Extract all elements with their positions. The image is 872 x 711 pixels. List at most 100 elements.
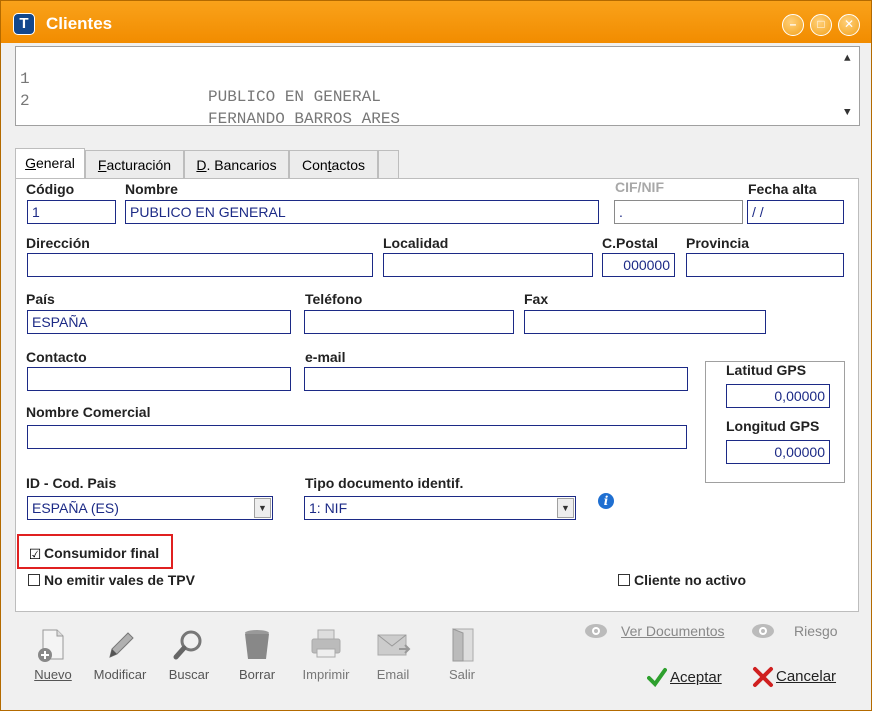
cliente-no-activo-label[interactable]: Cliente no activo <box>634 572 746 588</box>
id-pais-select[interactable]: ESPAÑA (ES) ▼ <box>27 496 273 520</box>
tab-general[interactable]: General <box>15 148 85 179</box>
minimize-button[interactable]: – <box>782 14 804 36</box>
pais-input[interactable]: ESPAÑA <box>27 310 291 334</box>
tab-bancarios-accel: D <box>196 157 207 173</box>
borrar-button[interactable]: Borrar <box>225 627 289 682</box>
tab-contactos[interactable]: Contactos <box>289 150 378 179</box>
imprimir-button[interactable]: Imprimir <box>294 627 358 682</box>
list-item-name: PUBLICO EN GENERAL <box>208 88 381 106</box>
window-title: Clientes <box>46 14 113 33</box>
info-icon[interactable]: i <box>598 493 614 509</box>
no-emitir-checkbox[interactable] <box>28 574 40 586</box>
list-item[interactable]: 1 PUBLICO EN GENERAL <box>20 52 381 106</box>
latitud-input[interactable]: 0,00000 <box>726 384 830 408</box>
tab-facturacion-label: acturación <box>106 157 172 173</box>
cpostal-input[interactable]: 000000 <box>602 253 675 277</box>
tab-empty <box>378 150 399 179</box>
codigo-label: Código <box>26 181 75 197</box>
borrar-label: Borrar <box>238 667 276 682</box>
list-scrollbar[interactable]: ▲ ▼ <box>841 47 859 125</box>
direccion-label: Dirección <box>26 235 90 251</box>
cancelar-text: Cancelar <box>776 668 837 685</box>
tab-general-accel: G <box>25 155 36 171</box>
contacto-input[interactable] <box>27 367 291 391</box>
telefono-input[interactable] <box>304 310 514 334</box>
nuevo-label: Nuevo <box>21 667 85 682</box>
direccion-input[interactable] <box>27 253 373 277</box>
scroll-down-icon[interactable]: ▼ <box>844 107 851 119</box>
list-item-number: 2 <box>20 92 30 110</box>
maximize-button[interactable]: □ <box>810 14 832 36</box>
cliente-no-activo-checkbox[interactable] <box>618 574 630 586</box>
chevron-down-icon[interactable]: ▼ <box>254 498 271 518</box>
ver-documentos-button[interactable]: Ver Documentos <box>621 623 725 639</box>
new-document-icon <box>38 629 64 662</box>
cif-input[interactable]: . <box>614 200 743 224</box>
tab-contactos-label: actos <box>331 157 366 173</box>
tab-facturacion[interactable]: Facturación <box>85 150 184 179</box>
longitud-input[interactable]: 0,00000 <box>726 440 830 464</box>
imprimir-label: Imprimir <box>302 667 350 682</box>
no-emitir-label[interactable]: No emitir vales de TPV <box>44 572 195 588</box>
pencil-icon <box>109 632 134 658</box>
app-icon: T <box>13 13 35 35</box>
check-icon <box>647 668 667 687</box>
consumidor-final-checkbox[interactable]: ☑ <box>28 547 42 561</box>
salir-label: Salir <box>448 667 475 682</box>
fax-input[interactable] <box>524 310 766 334</box>
gps-group: Latitud GPS 0,00000 Longitud GPS 0,00000 <box>705 361 845 483</box>
nombre-comercial-input[interactable] <box>27 425 687 449</box>
tab-bancarios[interactable]: D. Bancarios <box>184 150 289 179</box>
cif-label: CIF/NIF <box>615 179 664 195</box>
provincia-label: Provincia <box>686 235 750 251</box>
tab-contactos-pre: Con <box>301 157 328 173</box>
aceptar-button[interactable]: Aceptar <box>670 669 722 686</box>
email-input[interactable] <box>304 367 688 391</box>
cpostal-label: C.Postal <box>602 235 659 251</box>
latitud-label: Latitud GPS <box>726 362 807 378</box>
eye-icon <box>752 624 774 638</box>
nombre-comercial-label: Nombre Comercial <box>26 404 151 420</box>
riesgo-button[interactable]: Riesgo <box>794 623 838 639</box>
id-pais-label: ID - Cod. Pais <box>26 475 117 491</box>
codigo-input[interactable]: 1 <box>27 200 116 224</box>
nombre-input[interactable]: PUBLICO EN GENERAL <box>125 200 599 224</box>
fax-label: Fax <box>524 291 549 307</box>
tipo-doc-select[interactable]: 1: NIF ▼ <box>304 496 576 520</box>
modificar-label: Modificar <box>93 667 147 682</box>
buscar-button[interactable]: Buscar <box>157 627 221 682</box>
ver-documentos-text: Ver Documentos <box>621 623 725 639</box>
aceptar-text: Aceptar <box>670 669 722 686</box>
pais-label: País <box>26 291 55 307</box>
email-button[interactable]: Email <box>361 627 425 682</box>
localidad-input[interactable] <box>383 253 593 277</box>
modificar-button[interactable]: Modificar <box>88 627 152 682</box>
tipo-doc-value: 1: NIF <box>309 500 348 516</box>
consumidor-final-label[interactable]: Consumidor final <box>44 545 159 561</box>
salir-button[interactable]: Salir <box>430 627 494 682</box>
fecha-alta-input[interactable]: / / <box>747 200 844 224</box>
list-item-name: FERNANDO BARROS ARES <box>208 110 401 128</box>
client-list[interactable]: 1 PUBLICO EN GENERAL 2 FERNANDO BARROS A… <box>15 46 860 128</box>
telefono-label: Teléfono <box>305 291 363 307</box>
trash-icon <box>245 630 269 659</box>
cancel-x-icon <box>753 667 773 687</box>
cancelar-button[interactable]: Cancelar <box>776 668 836 685</box>
tab-general-label: eneral <box>35 155 75 171</box>
chevron-down-icon[interactable]: ▼ <box>557 498 574 518</box>
tipo-doc-label: Tipo documento identif. <box>305 475 464 491</box>
email-label: Email <box>376 667 410 682</box>
printer-icon <box>311 629 341 658</box>
close-button[interactable]: ✕ <box>838 14 860 36</box>
scroll-up-icon[interactable]: ▲ <box>844 53 851 65</box>
title-bar[interactable]: T Clientes – □ ✕ <box>1 1 871 43</box>
provincia-input[interactable] <box>686 253 844 277</box>
clientes-window: T Clientes – □ ✕ 1 PUBLICO EN GENERAL 2 … <box>0 0 872 711</box>
fecha-alta-label: Fecha alta <box>748 181 817 197</box>
eye-icon <box>585 624 607 638</box>
nuevo-button[interactable]: Nuevo <box>21 627 85 682</box>
contacto-label: Contacto <box>26 349 87 365</box>
list-item[interactable]: 2 FERNANDO BARROS ARES <box>20 74 400 128</box>
nuevo-text: Nuevo <box>34 667 72 682</box>
magnifier-icon <box>173 630 202 660</box>
